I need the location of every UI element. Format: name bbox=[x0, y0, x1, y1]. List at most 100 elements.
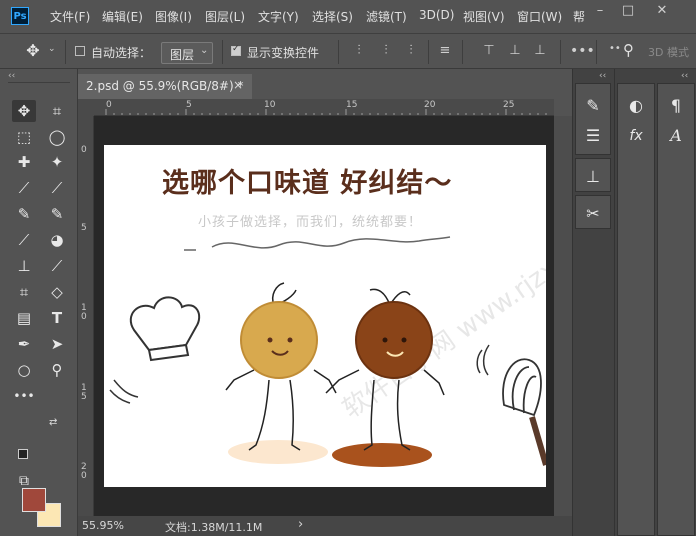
more-tools-icon[interactable]: ••• bbox=[12, 385, 36, 407]
more-options-icon[interactable]: ••• bbox=[570, 43, 595, 59]
history-brush-icon[interactable]: ✎ bbox=[45, 203, 69, 225]
paragraph-icon[interactable]: ¶ bbox=[664, 94, 688, 118]
panel-group: ✎ ☰ bbox=[575, 83, 611, 155]
brush-settings-icon[interactable]: ✎ bbox=[581, 94, 605, 118]
menu-select[interactable]: 选择(S) bbox=[312, 8, 353, 25]
clone-source-icon[interactable]: ⊥ bbox=[581, 165, 605, 189]
ruler-label: 1 5 bbox=[81, 383, 87, 402]
divider bbox=[222, 40, 223, 64]
auto-select-target-dropdown[interactable]: 图层 ⌄ bbox=[161, 42, 213, 64]
foreground-color-swatch[interactable] bbox=[22, 488, 46, 512]
shape-icon[interactable]: ○ bbox=[12, 359, 36, 381]
collapse-panels-icon[interactable]: ‹‹ bbox=[681, 71, 688, 81]
search-icon[interactable]: ⚲ bbox=[623, 41, 634, 59]
menu-filter[interactable]: 滤镜(T) bbox=[366, 8, 407, 25]
artboard-tool-icon[interactable]: ⌗ bbox=[12, 281, 36, 303]
distribute-icon[interactable]: ≡ bbox=[438, 43, 452, 59]
menu-view[interactable]: 视图(V) bbox=[463, 8, 505, 25]
document-tab-bar: 2.psd @ 55.9%(RGB/8#) * × bbox=[78, 69, 572, 99]
collapse-panels-icon[interactable]: ‹‹ bbox=[599, 71, 606, 81]
eraser-icon[interactable]: ◇ bbox=[45, 281, 69, 303]
light-cookie-body bbox=[240, 301, 318, 379]
artwork-illustration bbox=[109, 236, 546, 467]
document-tab-title: 2.psd @ 55.9%(RGB/8#) * bbox=[86, 79, 244, 93]
menu-image[interactable]: 图像(I) bbox=[155, 8, 192, 25]
document-canvas[interactable]: 选哪个口味道 好纠结～ 小孩子做选择，而我们，统统都要！ 软件自学网 www.r… bbox=[104, 145, 546, 487]
maximize-icon[interactable]: □ bbox=[617, 4, 639, 20]
menu-edit[interactable]: 编辑(E) bbox=[102, 8, 143, 25]
healing-brush-icon[interactable]: ✚ bbox=[12, 151, 36, 173]
dropdown-value: 图层 bbox=[170, 48, 195, 62]
menu-window[interactable]: 窗口(W) bbox=[517, 8, 562, 25]
move-tool-icon[interactable]: ✥ bbox=[12, 100, 36, 122]
align-h-center-icon[interactable]: ⫶ bbox=[379, 43, 393, 59]
pen-icon[interactable]: ✒ bbox=[12, 333, 36, 355]
horizontal-ruler[interactable]: 0 5 10 15 20 25 bbox=[94, 99, 554, 116]
ruler-label: 1 0 bbox=[81, 303, 87, 322]
brush-icon[interactable]: ✎ bbox=[12, 203, 36, 225]
color-panel-icon[interactable]: ◐ bbox=[624, 94, 648, 118]
minimize-icon[interactable]: – bbox=[589, 4, 611, 20]
menu-3d[interactable]: 3D(D) bbox=[419, 8, 454, 22]
default-colors-icon[interactable] bbox=[18, 449, 28, 459]
collapse-toolbar-icon[interactable]: ‹‹ bbox=[8, 71, 15, 81]
eyedropper-icon[interactable]: ⟋ bbox=[45, 177, 69, 199]
vertical-ruler[interactable]: 0 5 1 0 1 5 2 0 bbox=[78, 116, 94, 516]
divider bbox=[338, 40, 339, 64]
swap-colors-icon[interactable]: ⇄ bbox=[49, 417, 57, 428]
zoom-icon[interactable]: ⚲ bbox=[45, 359, 69, 381]
document-tab[interactable]: 2.psd @ 55.9%(RGB/8#) * × bbox=[78, 74, 252, 99]
menu-layer[interactable]: 图层(L) bbox=[205, 8, 245, 25]
blur-icon[interactable]: ⟋ bbox=[12, 229, 36, 251]
panel-group: ✂ bbox=[575, 195, 611, 229]
crop-icon[interactable]: ⌗ bbox=[45, 100, 69, 122]
document-size: 文档:1.38M/11.1M bbox=[165, 521, 263, 534]
options-bar: ✥ ⌄ 自动选择： 图层 ⌄ ✓ 显示变换控件 ⫶ ⫶ ⫶ ≡ ⊤ ⊥ ⊥ ••… bbox=[0, 33, 696, 69]
lasso-tool-icon[interactable]: ◯ bbox=[45, 126, 69, 148]
clone-stamp-icon[interactable]: ⊥ bbox=[12, 255, 36, 277]
type-icon[interactable]: T bbox=[45, 307, 69, 329]
auto-select-checkbox[interactable] bbox=[75, 46, 85, 56]
mode-3d-label[interactable]: 3D 模式 bbox=[648, 44, 689, 60]
zoom-level[interactable]: 55.95% bbox=[82, 519, 124, 532]
dodge-icon[interactable]: ◕ bbox=[45, 229, 69, 251]
gradient-icon[interactable]: ▤ bbox=[12, 307, 36, 329]
ruler-ticks bbox=[105, 109, 547, 115]
panel-group: ¶ A bbox=[657, 83, 695, 536]
whisk-icon bbox=[502, 358, 546, 466]
show-transform-checkbox[interactable]: ✓ bbox=[231, 44, 241, 56]
adjustments-icon[interactable]: ☰ bbox=[581, 124, 605, 148]
close-window-icon[interactable]: ✕ bbox=[651, 4, 673, 20]
align-right-icon[interactable]: ⫶ bbox=[404, 43, 418, 59]
align-left-icon[interactable]: ⫶ bbox=[352, 43, 366, 59]
ruler-label: 5 bbox=[81, 223, 87, 233]
panel-dock-column-2: ‹‹ ◐ fx ¶ A bbox=[614, 69, 696, 536]
marquee-tool-icon[interactable]: ⬚ bbox=[12, 126, 36, 148]
styles-fx-icon[interactable]: fx bbox=[624, 124, 648, 148]
character-icon[interactable]: A bbox=[664, 124, 688, 148]
move-options-icon[interactable]: ✥ bbox=[24, 42, 42, 60]
path-select-icon[interactable]: ➤ bbox=[45, 333, 69, 355]
menu-type[interactable]: 文字(Y) bbox=[258, 8, 299, 25]
menu-help[interactable]: 帮 bbox=[573, 8, 585, 25]
align-bottom-icon[interactable]: ⊥ bbox=[533, 43, 547, 59]
menu-file[interactable]: 文件(F) bbox=[50, 8, 90, 25]
quick-select-icon[interactable]: ⟋ bbox=[12, 177, 36, 199]
color-sampler-icon[interactable]: ⟋ bbox=[45, 255, 69, 277]
vertical-scrollbar[interactable] bbox=[554, 116, 572, 516]
divider bbox=[428, 40, 429, 64]
align-top-icon[interactable]: ⊤ bbox=[482, 43, 496, 59]
align-v-center-icon[interactable]: ⊥ bbox=[508, 43, 522, 59]
ruler-label: 2 0 bbox=[81, 462, 87, 481]
tool-preset-chevron-icon[interactable]: ⌄ bbox=[48, 44, 56, 54]
squiggle-line bbox=[184, 236, 451, 251]
divider bbox=[8, 82, 70, 83]
dots-icon[interactable]: •• bbox=[609, 43, 621, 54]
photoshop-logo: Ps bbox=[11, 7, 29, 25]
tool-presets-icon[interactable]: ✂ bbox=[581, 202, 605, 226]
checkmark-icon: ✓ bbox=[232, 44, 240, 54]
status-menu-arrow-icon[interactable]: › bbox=[298, 517, 303, 532]
ruler-corner bbox=[78, 99, 94, 116]
close-tab-icon[interactable]: × bbox=[233, 78, 243, 92]
magic-wand-icon[interactable]: ✦ bbox=[45, 151, 69, 173]
